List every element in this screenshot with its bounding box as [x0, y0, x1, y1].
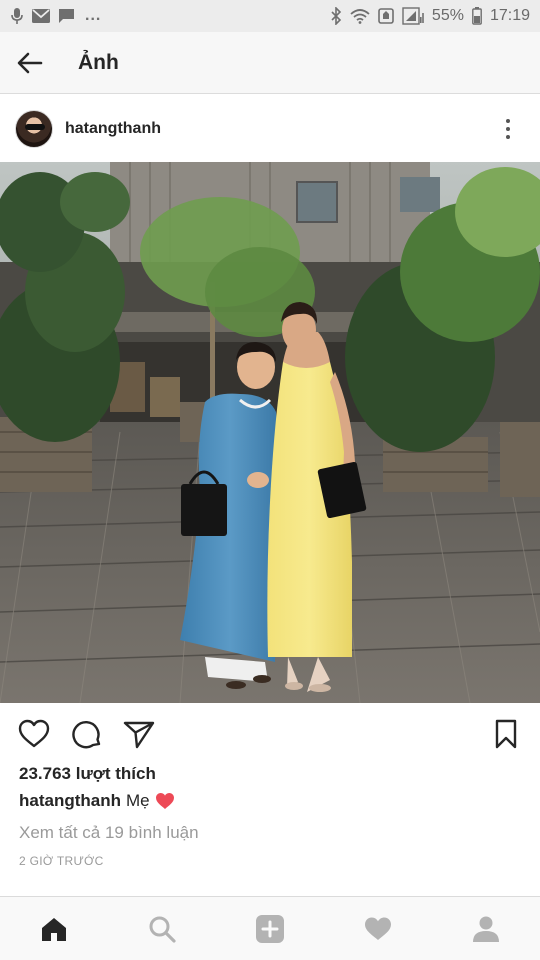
- nav-add[interactable]: [240, 899, 300, 959]
- search-icon: [149, 916, 176, 943]
- save-button[interactable]: [488, 716, 524, 752]
- profile-icon: [473, 916, 499, 942]
- nav-home[interactable]: [24, 899, 84, 959]
- more-dot-icon: [506, 127, 510, 131]
- activity-icon: [365, 917, 391, 940]
- page-title: Ảnh: [78, 50, 119, 74]
- share-icon: [123, 721, 155, 749]
- back-arrow-icon: [17, 52, 43, 73]
- nav-activity[interactable]: [348, 899, 408, 959]
- post-timestamp: 2 GIỜ TRƯỚC: [19, 854, 104, 868]
- battery-icon: [472, 7, 482, 25]
- like-button[interactable]: [16, 716, 52, 752]
- post-username[interactable]: hatangthanh: [65, 120, 161, 138]
- view-all-comments-link[interactable]: Xem tất cả 19 bình luận: [19, 823, 199, 843]
- more-dot-icon: [506, 119, 510, 123]
- comment-button[interactable]: [69, 716, 105, 752]
- status-right: 55% 17:19: [330, 7, 530, 25]
- status-overflow-dots: ...: [85, 7, 102, 24]
- add-icon: [256, 914, 284, 943]
- status-left: ...: [10, 7, 101, 25]
- clock-time: 17:19: [489, 7, 530, 24]
- photo-illustration: [0, 162, 540, 703]
- more-dot-icon: [506, 135, 510, 139]
- bluetooth-icon: [330, 7, 342, 25]
- status-bar: ... 55% 17:19: [0, 0, 540, 32]
- post-actions: [0, 712, 540, 756]
- message-icon: [58, 8, 75, 24]
- battery-percent: 55%: [431, 7, 464, 24]
- post-photo[interactable]: [0, 162, 540, 703]
- nav-search[interactable]: [132, 899, 192, 959]
- share-button[interactable]: [121, 716, 157, 752]
- comment-icon: [72, 721, 101, 749]
- avatar[interactable]: [15, 110, 53, 148]
- wifi-icon: [350, 8, 370, 24]
- caption-username[interactable]: hatangthanh: [19, 791, 121, 811]
- caption: hatangthanh Mẹ: [19, 791, 175, 811]
- home-icon: [42, 917, 66, 941]
- more-options-button[interactable]: [496, 114, 520, 144]
- mail-icon: [32, 9, 50, 23]
- nav-profile[interactable]: [456, 899, 516, 959]
- signal-icon: [402, 7, 424, 25]
- app-bar: Ảnh: [0, 32, 540, 94]
- heart-icon: [18, 719, 50, 748]
- post-header: hatangthanh: [0, 96, 540, 162]
- bookmark-icon: [495, 719, 517, 749]
- mic-icon: [10, 7, 24, 25]
- caption-text: Mẹ: [126, 791, 150, 810]
- nfc-icon: [378, 8, 394, 24]
- bottom-nav: [0, 896, 540, 960]
- back-button[interactable]: [0, 32, 60, 94]
- likes-count[interactable]: 23.763 lượt thích: [19, 764, 156, 784]
- red-heart-emoji-icon: [155, 792, 175, 810]
